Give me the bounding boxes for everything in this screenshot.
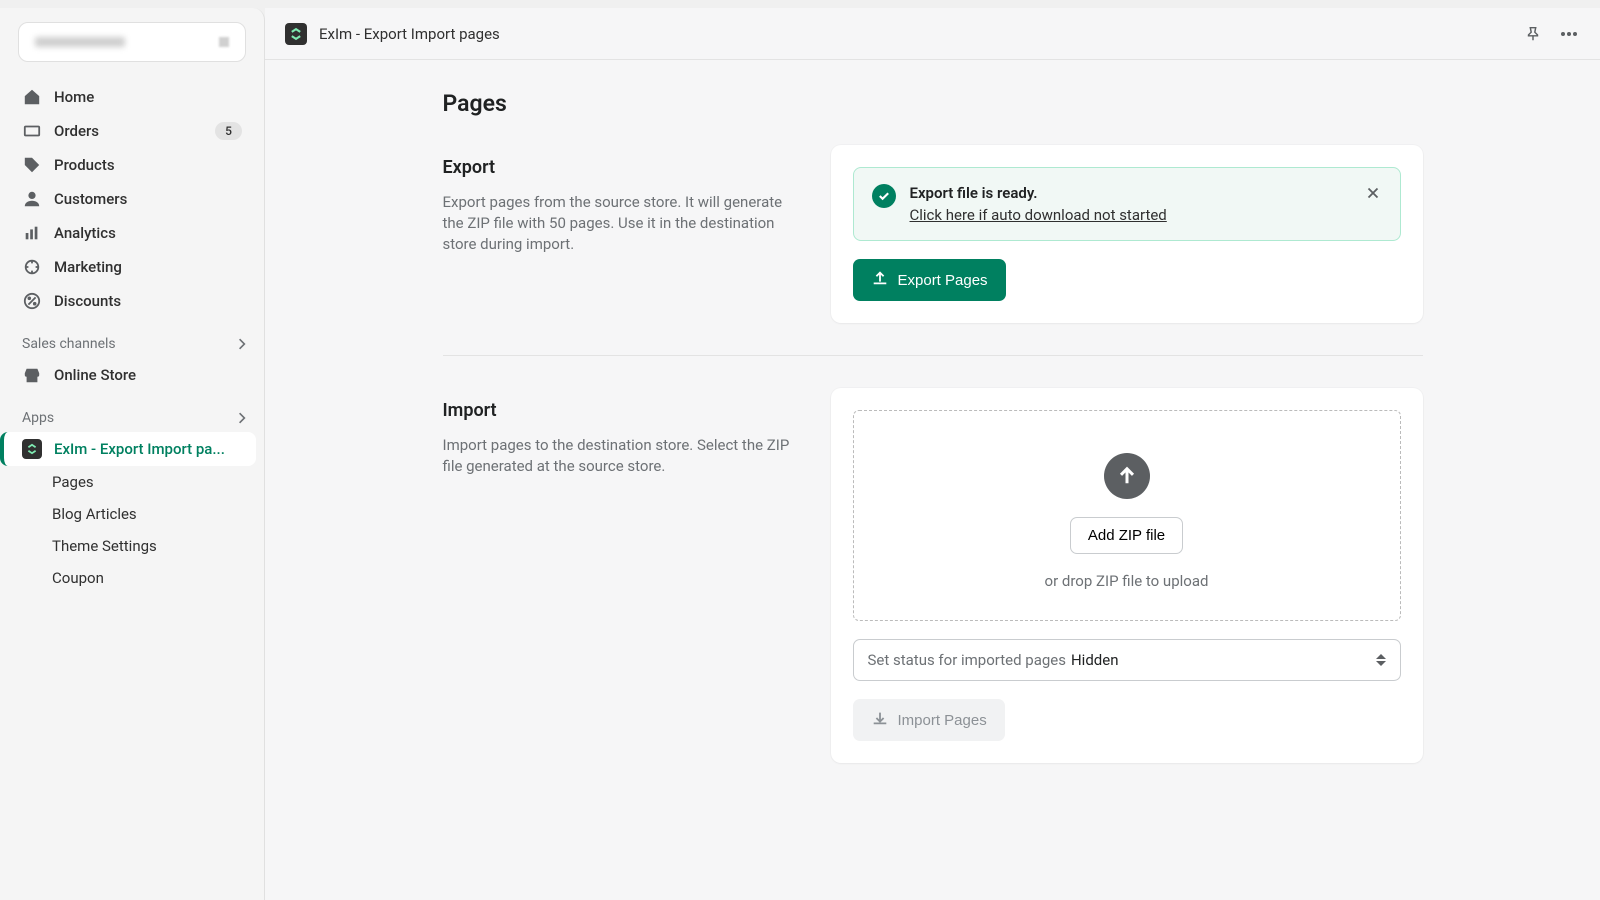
download-icon [871,709,889,731]
nav-marketing-label: Marketing [54,258,122,276]
inbox-icon [22,121,42,141]
content: Pages Export Export pages from the sourc… [265,60,1600,793]
status-value: Hidden [1071,651,1119,669]
subnav-pages[interactable]: Pages [0,466,264,498]
nav-marketing[interactable]: Marketing [8,250,256,284]
sales-channels-header[interactable]: Sales channels [0,318,264,358]
export-pages-label: Export Pages [898,272,988,289]
nav-orders-label: Orders [54,122,99,140]
nav-products[interactable]: Products [8,148,256,182]
dropzone[interactable]: Add ZIP file or drop ZIP file to upload [853,410,1401,621]
nav-orders[interactable]: Orders 5 [8,114,256,148]
store-icon [22,365,42,385]
person-icon [22,189,42,209]
banner-title: Export file is ready. [910,184,1352,202]
topbar: ExIm ‑ Export Import pages [265,8,1600,60]
apps-header[interactable]: Apps [0,392,264,432]
page-title: Pages [443,90,1423,117]
nav-online-store-label: Online Store [54,366,136,384]
status-select[interactable]: Set status for imported pages Hidden [853,639,1401,681]
section-divider [443,355,1423,356]
import-card: Add ZIP file or drop ZIP file to upload … [831,388,1423,763]
nav-products-label: Products [54,156,115,174]
nav-customers[interactable]: Customers [8,182,256,216]
nav-app-exim-label: ExIm ‑ Export Import pa... [54,440,225,458]
more-icon[interactable] [1558,23,1580,45]
import-heading: Import [443,400,803,421]
import-pages-button[interactable]: Import Pages [853,699,1005,741]
close-icon[interactable] [1364,184,1382,206]
status-label: Set status for imported pages [868,651,1066,669]
export-description: Export pages from the source store. It w… [443,192,803,255]
upload-circle-icon [1104,453,1150,499]
pin-icon[interactable] [1522,23,1544,45]
subnav-blog-articles[interactable]: Blog Articles [0,498,264,530]
nav-customers-label: Customers [54,190,127,208]
drop-text: or drop ZIP file to upload [872,572,1382,590]
select-arrows-icon [1376,654,1386,666]
nav-analytics[interactable]: Analytics [8,216,256,250]
export-card: Export file is ready. Click here if auto… [831,145,1423,323]
nav-discounts-label: Discounts [54,292,121,310]
store-name-blurred [35,37,125,47]
home-icon [22,87,42,107]
upload-icon [871,269,889,291]
store-status-blurred [219,37,229,47]
add-zip-button[interactable]: Add ZIP file [1070,517,1183,554]
bars-icon [22,223,42,243]
sales-channels-label: Sales channels [22,336,116,352]
subnav-coupon[interactable]: Coupon [0,562,264,594]
topbar-title: ExIm ‑ Export Import pages [319,25,500,43]
import-description: Import pages to the destination store. S… [443,435,803,477]
nav-analytics-label: Analytics [54,224,116,242]
download-link[interactable]: Click here if auto download not started [910,206,1167,224]
target-icon [22,257,42,277]
store-selector[interactable] [18,22,246,62]
sidebar: Home Orders 5 Products Customers [0,8,265,900]
app-logo-icon [285,23,307,45]
check-circle-icon [872,184,896,208]
export-heading: Export [443,157,803,178]
nav-discounts[interactable]: Discounts [8,284,256,318]
chevron-right-icon [234,336,250,352]
nav-app-exim[interactable]: ExIm ‑ Export Import pa... [0,432,256,466]
nav-home-label: Home [54,88,94,106]
apps-header-label: Apps [22,410,54,426]
tag-icon [22,155,42,175]
app-icon [22,439,42,459]
success-banner: Export file is ready. Click here if auto… [853,167,1401,241]
export-pages-button[interactable]: Export Pages [853,259,1006,301]
percent-icon [22,291,42,311]
main: ExIm ‑ Export Import pages Pages Export … [265,8,1600,900]
chevron-right-icon [234,410,250,426]
import-pages-label: Import Pages [898,712,987,729]
subnav-theme-settings[interactable]: Theme Settings [0,530,264,562]
orders-badge: 5 [215,122,242,140]
nav-online-store[interactable]: Online Store [8,358,256,392]
nav-home[interactable]: Home [8,80,256,114]
